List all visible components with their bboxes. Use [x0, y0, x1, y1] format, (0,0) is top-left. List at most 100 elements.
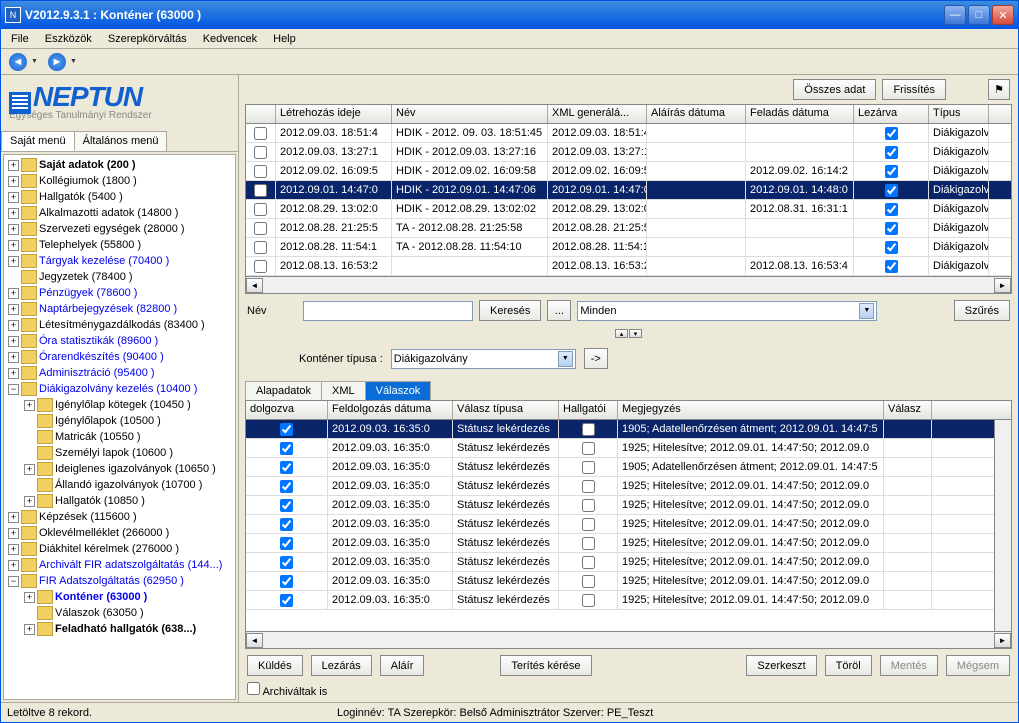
tree-node[interactable]: +Feladható hallgatók (638...) — [6, 621, 233, 637]
processed-checkbox[interactable] — [280, 499, 293, 512]
tree-node[interactable]: Matricák (10550 ) — [6, 429, 233, 445]
grid2-header[interactable]: Megjegyzés — [618, 401, 884, 419]
menu-help[interactable]: Help — [265, 31, 304, 47]
close-button[interactable]: ✕ — [992, 5, 1014, 25]
delete-button[interactable]: Töröl — [825, 655, 872, 676]
tree-expander[interactable]: + — [8, 512, 19, 523]
tree-expander[interactable]: + — [8, 256, 19, 267]
tree-node[interactable]: Személyi lapok (10600 ) — [6, 445, 233, 461]
tree-node[interactable]: +Pénzügyek (78600 ) — [6, 285, 233, 301]
tree-node[interactable]: +Naptárbejegyzések (82800 ) — [6, 301, 233, 317]
grid2-row[interactable]: 2012.09.03. 16:35:0Státusz lekérdezés192… — [246, 572, 1011, 591]
container-go-button[interactable]: -> — [584, 348, 608, 369]
grid2-header[interactable]: Válasz — [884, 401, 932, 419]
tree-node[interactable]: +Oklevélmelléklet (266000 ) — [6, 525, 233, 541]
spinner-down[interactable]: ▾ — [629, 329, 642, 338]
grid1-row[interactable]: 2012.09.03. 13:27:1HDIK - 2012.09.03. 13… — [246, 143, 1011, 162]
tree-expander[interactable]: + — [8, 544, 19, 555]
tree-expander[interactable]: + — [8, 560, 19, 571]
grid1-row[interactable]: 2012.08.13. 16:53:22012.08.13. 16:53:220… — [246, 257, 1011, 276]
grid1-header[interactable]: Feladás dátuma — [746, 105, 854, 123]
nav-forward-dropdown[interactable]: ▼ — [70, 58, 77, 65]
nav-back-button[interactable]: ◄ — [5, 51, 31, 73]
row-checkbox[interactable] — [254, 260, 267, 273]
menu-file[interactable]: File — [3, 31, 37, 47]
row-checkbox[interactable] — [254, 146, 267, 159]
tree-expander[interactable]: + — [8, 368, 19, 379]
tree-node[interactable]: Jegyzetek (78400 ) — [6, 269, 233, 285]
close-container-button[interactable]: Lezárás — [311, 655, 372, 676]
tree-node[interactable]: +Óra statisztikák (89600 ) — [6, 333, 233, 349]
maximize-button[interactable]: □ — [968, 5, 990, 25]
grid1-row[interactable]: 2012.09.01. 14:47:0HDIK - 2012.09.01. 14… — [246, 181, 1011, 200]
tree-expander[interactable]: − — [8, 576, 19, 587]
grid1-row[interactable]: 2012.08.28. 11:54:1TA - 2012.08.28. 11:5… — [246, 238, 1011, 257]
tree-node[interactable]: +Konténer (63000 ) — [6, 589, 233, 605]
tree-expander[interactable]: + — [8, 528, 19, 539]
grid1-header[interactable] — [246, 105, 276, 123]
tree-node[interactable]: +Igénylőlap kötegek (10450 ) — [6, 397, 233, 413]
grid1-header[interactable]: Név — [392, 105, 548, 123]
student-checkbox[interactable] — [582, 499, 595, 512]
student-checkbox[interactable] — [582, 480, 595, 493]
closed-checkbox[interactable] — [885, 165, 898, 178]
grid1-row[interactable]: 2012.08.28. 21:25:5TA - 2012.08.28. 21:2… — [246, 219, 1011, 238]
tree-node[interactable]: +Alkalmazotti adatok (14800 ) — [6, 205, 233, 221]
processed-checkbox[interactable] — [280, 442, 293, 455]
grid2-row[interactable]: 2012.09.03. 16:35:0Státusz lekérdezés192… — [246, 439, 1011, 458]
send-button[interactable]: Küldés — [247, 655, 303, 676]
menu-roles[interactable]: Szerepkörváltás — [100, 31, 195, 47]
closed-checkbox[interactable] — [885, 241, 898, 254]
grid2-header[interactable]: dolgozva — [246, 401, 328, 419]
all-data-button[interactable]: Összes adat — [793, 79, 876, 100]
tree-node[interactable]: +Hallgatók (5400 ) — [6, 189, 233, 205]
menu-favorites[interactable]: Kedvencek — [195, 31, 265, 47]
grid2-header[interactable]: Válasz típusa — [453, 401, 559, 419]
grid1-header[interactable]: Aláírás dátuma — [647, 105, 746, 123]
menu-tools[interactable]: Eszközök — [37, 31, 100, 47]
sign-button[interactable]: Aláír — [380, 655, 425, 676]
tree-expander[interactable]: + — [24, 624, 35, 635]
grid1-hscrollbar[interactable]: ◄► — [246, 276, 1011, 293]
tree-node[interactable]: +Órarendkészítés (90400 ) — [6, 349, 233, 365]
tree-expander[interactable]: + — [8, 240, 19, 251]
spinner-up[interactable]: ▴ — [615, 329, 628, 338]
row-checkbox[interactable] — [254, 127, 267, 140]
closed-checkbox[interactable] — [885, 260, 898, 273]
grid2-row[interactable]: 2012.09.03. 16:35:0Státusz lekérdezés192… — [246, 477, 1011, 496]
grid1-header[interactable]: Lezárva — [854, 105, 929, 123]
tree-node[interactable]: +Kollégiumok (1800 ) — [6, 173, 233, 189]
terit-button[interactable]: Terítés kérése — [500, 655, 591, 676]
filter-combo[interactable]: Minden▼ — [577, 301, 877, 321]
browse-button[interactable]: ... — [547, 300, 571, 321]
tree-node[interactable]: +Szervezeti egységek (28000 ) — [6, 221, 233, 237]
student-checkbox[interactable] — [582, 594, 595, 607]
archived-checkbox[interactable] — [247, 682, 260, 695]
tree-expander[interactable]: + — [8, 192, 19, 203]
row-checkbox[interactable] — [254, 222, 267, 235]
tree-node[interactable]: +Ideiglenes igazolványok (10650 ) — [6, 461, 233, 477]
tree-node[interactable]: Igénylőlapok (10500 ) — [6, 413, 233, 429]
tree-node[interactable]: +Tárgyak kezelése (70400 ) — [6, 253, 233, 269]
grid1-header[interactable]: XML generálá... — [548, 105, 647, 123]
grid2-row[interactable]: 2012.09.03. 16:35:0Státusz lekérdezés192… — [246, 496, 1011, 515]
grid1-header[interactable]: Létrehozás ideje — [276, 105, 392, 123]
tree-node[interactable]: +Telephelyek (55800 ) — [6, 237, 233, 253]
tab-general-menu[interactable]: Általános menü — [74, 131, 168, 151]
tab-responses[interactable]: Válaszok — [365, 381, 432, 400]
tab-xml[interactable]: XML — [321, 381, 366, 400]
grid2-row[interactable]: 2012.09.03. 16:35:0Státusz lekérdezés192… — [246, 553, 1011, 572]
processed-checkbox[interactable] — [280, 423, 293, 436]
processed-checkbox[interactable] — [280, 480, 293, 493]
grid2-header[interactable]: Feldolgozás dátuma — [328, 401, 453, 419]
tree-node[interactable]: +Létesítménygazdálkodás (83400 ) — [6, 317, 233, 333]
tree-expander[interactable]: + — [8, 288, 19, 299]
grid1-row[interactable]: 2012.09.02. 16:09:5HDIK - 2012.09.02. 16… — [246, 162, 1011, 181]
tree-expander[interactable]: + — [8, 320, 19, 331]
grid1-row[interactable]: 2012.09.03. 18:51:4HDIK - 2012. 09. 03. … — [246, 124, 1011, 143]
tree-expander[interactable]: + — [8, 352, 19, 363]
processed-checkbox[interactable] — [280, 575, 293, 588]
tree-node[interactable]: +Képzések (115600 ) — [6, 509, 233, 525]
tree-node[interactable]: −Diákigazolvány kezelés (10400 ) — [6, 381, 233, 397]
search-button[interactable]: Keresés — [479, 300, 541, 321]
